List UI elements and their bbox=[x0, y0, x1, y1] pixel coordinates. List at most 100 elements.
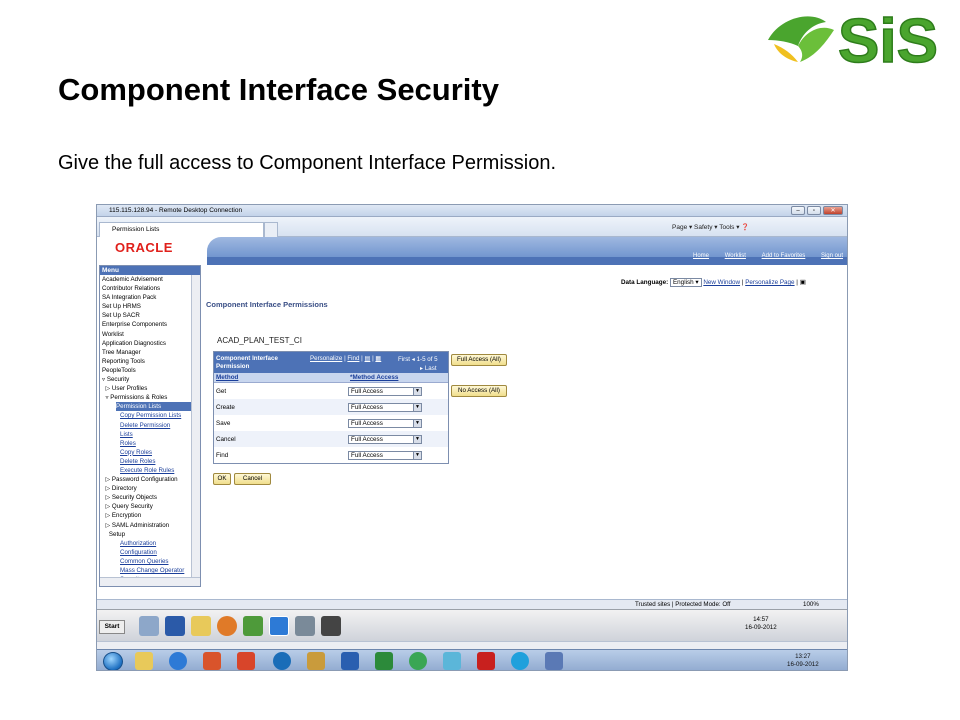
menu-item[interactable]: Copy Permission Lists bbox=[100, 411, 192, 420]
nav-worklist[interactable]: Worklist bbox=[725, 253, 746, 259]
menu-item[interactable]: ▿ Security bbox=[100, 375, 192, 384]
excel-icon[interactable] bbox=[375, 652, 393, 670]
folder-icon[interactable] bbox=[191, 616, 211, 636]
powerpoint-icon[interactable] bbox=[237, 652, 255, 670]
windows-start-icon[interactable] bbox=[103, 652, 123, 670]
new-window-link[interactable]: New Window bbox=[703, 279, 740, 286]
close-button[interactable]: ✕ bbox=[823, 206, 843, 215]
app-icon[interactable] bbox=[443, 652, 461, 670]
last-link[interactable]: Last bbox=[425, 365, 437, 372]
keyboard-icon[interactable] bbox=[321, 616, 341, 636]
word-icon[interactable] bbox=[341, 652, 359, 670]
menu-item[interactable]: Contributor Relations bbox=[100, 284, 192, 293]
menu-item[interactable]: Set Up SACR bbox=[100, 311, 192, 320]
menu-item[interactable]: Reporting Tools bbox=[100, 357, 192, 366]
download-icon[interactable]: ▦ bbox=[375, 355, 381, 362]
personalize-link[interactable]: Personalize bbox=[310, 355, 342, 362]
menu-item[interactable]: ▷ Password Configuration bbox=[100, 475, 192, 484]
paint-icon[interactable] bbox=[307, 652, 325, 670]
menu-item[interactable]: PeopleTools bbox=[100, 366, 192, 375]
firefox-icon[interactable] bbox=[217, 616, 237, 636]
menu-item[interactable]: ▿ Permissions & Roles bbox=[100, 393, 192, 402]
menu-header: Menu bbox=[100, 266, 200, 275]
nav-add-favorites[interactable]: Add to Favorites bbox=[762, 253, 806, 259]
menu-item-label: Setup bbox=[102, 530, 126, 538]
full-access-all-button[interactable]: Full Access (All) bbox=[451, 354, 507, 366]
menu-item[interactable]: Delete Roles bbox=[100, 457, 192, 466]
menu-item[interactable]: Set Up HRMS bbox=[100, 302, 192, 311]
menu-item-label: Mass Change Operator bbox=[120, 567, 185, 574]
menu-item[interactable]: Lists bbox=[100, 430, 192, 439]
chevron-down-icon: ▼ bbox=[413, 451, 421, 459]
menu-item[interactable]: ▷ Security Objects bbox=[100, 493, 192, 502]
menu-item[interactable]: ▷ Encryption bbox=[100, 511, 192, 520]
menu-item[interactable]: Worklist bbox=[100, 330, 192, 339]
menu-horizontal-scrollbar[interactable] bbox=[100, 577, 200, 586]
command-bar[interactable]: Page ▾ Safety ▾ Tools ▾ ❓ bbox=[672, 223, 749, 231]
acrobat-icon[interactable] bbox=[477, 652, 495, 670]
menu-item[interactable]: Delete Permission bbox=[100, 421, 192, 430]
menu-item[interactable]: ▷ User Profiles bbox=[100, 384, 192, 393]
next-arrow-icon[interactable]: ▸ bbox=[420, 365, 423, 372]
menu-item[interactable]: Common Queries bbox=[100, 557, 192, 566]
maximize-button[interactable]: ▫ bbox=[807, 206, 821, 215]
menu-item[interactable]: ▷ Directory bbox=[100, 484, 192, 493]
menu-item-label: Worklist bbox=[102, 330, 124, 338]
menu-item[interactable]: ▷ SAML Administration bbox=[100, 521, 192, 530]
menu-item[interactable]: Application Diagnostics bbox=[100, 339, 192, 348]
people-icon[interactable] bbox=[139, 616, 159, 636]
personalize-page-link[interactable]: Personalize Page bbox=[745, 279, 794, 286]
menu-item[interactable]: Setup bbox=[100, 530, 192, 539]
cancel-button[interactable]: Cancel bbox=[234, 473, 271, 485]
skype-icon[interactable] bbox=[511, 652, 529, 670]
hp-icon[interactable] bbox=[273, 652, 291, 670]
browser-tab[interactable]: Permission Lists bbox=[99, 222, 264, 237]
method-access-select[interactable]: Full Access ▼ bbox=[348, 386, 422, 396]
menu-item[interactable]: Authorization bbox=[100, 539, 192, 548]
media-player-icon[interactable] bbox=[203, 652, 221, 670]
menu-item[interactable]: Copy Roles bbox=[100, 448, 192, 457]
method-access-column-header[interactable]: *Method Access bbox=[348, 373, 448, 382]
table-row: Create Full Access ▼ bbox=[214, 399, 448, 415]
prev-arrow-icon[interactable]: ◂ bbox=[412, 356, 415, 363]
first-link[interactable]: First bbox=[398, 356, 410, 363]
internet-explorer-icon[interactable] bbox=[269, 616, 289, 636]
powershell-icon[interactable] bbox=[165, 616, 185, 636]
app-icon[interactable] bbox=[243, 616, 263, 636]
method-access-select[interactable]: Full Access ▼ bbox=[348, 402, 422, 412]
menu-item[interactable]: ▷ Query Security bbox=[100, 502, 192, 511]
ie-icon[interactable] bbox=[169, 652, 187, 670]
menu-item[interactable]: Tree Manager bbox=[100, 348, 192, 357]
find-link[interactable]: Find bbox=[347, 355, 359, 362]
nav-sign-out[interactable]: Sign out bbox=[821, 253, 843, 259]
help-icon[interactable]: ▣ bbox=[800, 279, 806, 286]
remote-desktop-icon[interactable] bbox=[545, 652, 563, 670]
new-tab-button[interactable] bbox=[264, 222, 278, 237]
remote-start-button[interactable]: Start bbox=[99, 620, 125, 634]
menu-vertical-scrollbar[interactable] bbox=[191, 275, 200, 579]
nav-home[interactable]: Home bbox=[693, 253, 709, 259]
menu-item[interactable]: Mass Change Operator bbox=[100, 566, 192, 575]
no-access-all-button[interactable]: No Access (All) bbox=[451, 385, 507, 397]
minimize-button[interactable]: – bbox=[791, 206, 805, 215]
view-all-icon[interactable]: ▤ bbox=[364, 355, 370, 362]
chrome-icon[interactable] bbox=[409, 652, 427, 670]
menu-item[interactable]: Configuration bbox=[100, 548, 192, 557]
data-language-select[interactable]: English ▾ bbox=[669, 278, 702, 287]
method-access-select[interactable]: Full Access ▼ bbox=[348, 434, 422, 444]
menu-item[interactable]: Roles bbox=[100, 439, 192, 448]
menu-item[interactable]: Permission Lists bbox=[100, 402, 192, 412]
method-access-select[interactable]: Full Access ▼ bbox=[348, 418, 422, 428]
tools-icon[interactable] bbox=[295, 616, 315, 636]
remote-horizontal-scrollbar[interactable] bbox=[97, 641, 847, 649]
menu-item[interactable]: Academic Advisement bbox=[100, 275, 192, 284]
ok-button[interactable]: OK bbox=[213, 473, 231, 485]
zoom-level[interactable]: 100% bbox=[803, 601, 819, 608]
menu-item[interactable]: Enterprise Components bbox=[100, 320, 192, 329]
security-zone: Trusted sites | Protected Mode: Off bbox=[635, 601, 731, 608]
menu-item[interactable]: SA Integration Pack bbox=[100, 293, 192, 302]
method-column-header[interactable]: Method bbox=[214, 373, 348, 382]
method-access-select[interactable]: Full Access ▼ bbox=[348, 450, 422, 460]
explorer-icon[interactable] bbox=[135, 652, 153, 670]
menu-item[interactable]: Execute Role Rules bbox=[100, 466, 192, 475]
